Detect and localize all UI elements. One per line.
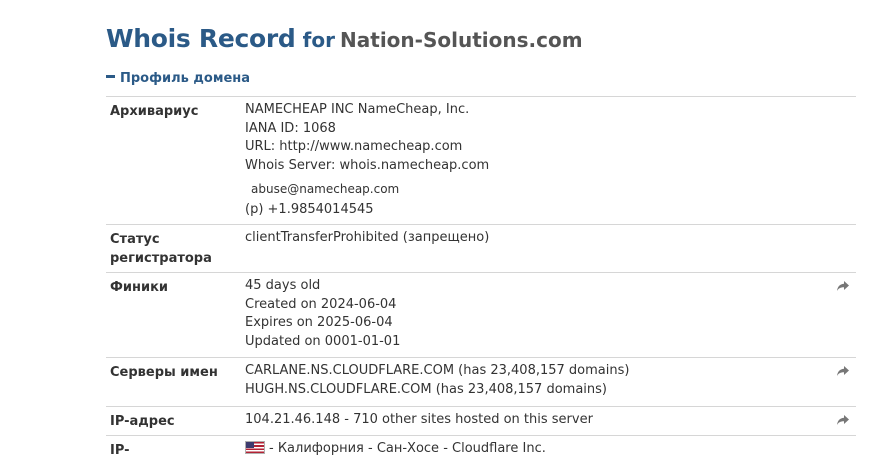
registrar-status-row: Статус регистратора clientTransferProhib…	[106, 225, 856, 273]
registrar-url: URL: http://www.namecheap.com	[245, 139, 463, 155]
registrar-status-label: Статус регистратора	[110, 232, 212, 266]
registrar-value: NAMECHEAP INC NameCheap, Inc. IANA ID: 1…	[245, 101, 856, 219]
us-flag-icon	[245, 441, 265, 454]
page-title-main: Whois Record	[106, 24, 296, 53]
registrar-row: Архивариус NAMECHEAP INC NameCheap, Inc.…	[106, 97, 856, 225]
ip-address-row: IP-адрес 104.21.46.148 - 710 other sites…	[106, 407, 856, 436]
ip-location-label: IP-	[110, 443, 130, 458]
registrar-iana-id: IANA ID: 1068	[245, 120, 336, 136]
ip-address-label: IP-адрес	[110, 414, 175, 429]
registrar-abuse-email: abuse@namecheap.com	[251, 181, 400, 196]
collapse-icon	[106, 75, 115, 78]
ip-location-row: IP- - Калифорния - Сан-Хосе - Cloudflare…	[106, 436, 856, 458]
page-title: Whois Record for Nation-Solutions.com	[106, 22, 583, 59]
registrar-status-text: clientTransferProhibited (запрещено)	[245, 230, 490, 245]
domain-age: 45 days old	[245, 278, 321, 293]
registrar-status-value: clientTransferProhibited (запрещено)	[245, 229, 856, 248]
created-date: Created on 2024-06-04	[245, 296, 397, 312]
name-server-1: CARLANE.NS.CLOUDFLARE.COM (has 23,408,15…	[245, 363, 630, 378]
whois-page: Whois Record for Nation-Solutions.com Пр…	[0, 0, 871, 458]
share-arrow-icon[interactable]	[836, 364, 850, 378]
domain-profile-heading: Профиль домена	[120, 71, 251, 86]
share-arrow-icon[interactable]	[836, 279, 850, 293]
domain-profile-toggle[interactable]: Профиль домена	[106, 70, 250, 88]
registrar-phone: (p) +1.9854014545	[245, 201, 374, 217]
dates-value: 45 days old Created on 2024-06-04 Expire…	[245, 277, 856, 352]
page-title-domain: Nation-Solutions.com	[340, 28, 583, 52]
ip-location-text: - Калифорния - Сан-Хосе - Cloudflare Inc…	[269, 441, 546, 456]
registrar-whois-server: Whois Server: whois.namecheap.com	[245, 158, 490, 174]
name-server-2: HUGH.NS.CLOUDFLARE.COM (has 23,408,157 d…	[245, 381, 607, 397]
page-title-for: for	[302, 28, 335, 52]
ip-address-text: 104.21.46.148 - 710 other sites hosted o…	[245, 412, 593, 427]
dates-row: Финики 45 days old Created on 2024-06-04…	[106, 273, 856, 358]
registrar-name: NAMECHEAP INC NameCheap, Inc.	[245, 102, 470, 117]
share-arrow-icon[interactable]	[836, 413, 850, 427]
ip-location-line: - Калифорния - Сан-Хосе - Cloudflare Inc…	[245, 440, 856, 458]
dates-label: Финики	[110, 280, 169, 295]
expires-date: Expires on 2025-06-04	[245, 315, 393, 331]
name-servers-value: CARLANE.NS.CLOUDFLARE.COM (has 23,408,15…	[245, 362, 856, 399]
whois-table: Архивариус NAMECHEAP INC NameCheap, Inc.…	[106, 96, 856, 458]
updated-date: Updated on 0001-01-01	[245, 334, 401, 350]
name-servers-row: Серверы имен CARLANE.NS.CLOUDFLARE.COM (…	[106, 358, 856, 407]
ip-location-value: - Калифорния - Сан-Хосе - Cloudflare Inc…	[245, 440, 856, 458]
name-servers-label: Серверы имен	[110, 365, 218, 380]
ip-address-value: 104.21.46.148 - 710 other sites hosted o…	[245, 411, 856, 430]
registrar-label: Архивариус	[110, 104, 199, 119]
